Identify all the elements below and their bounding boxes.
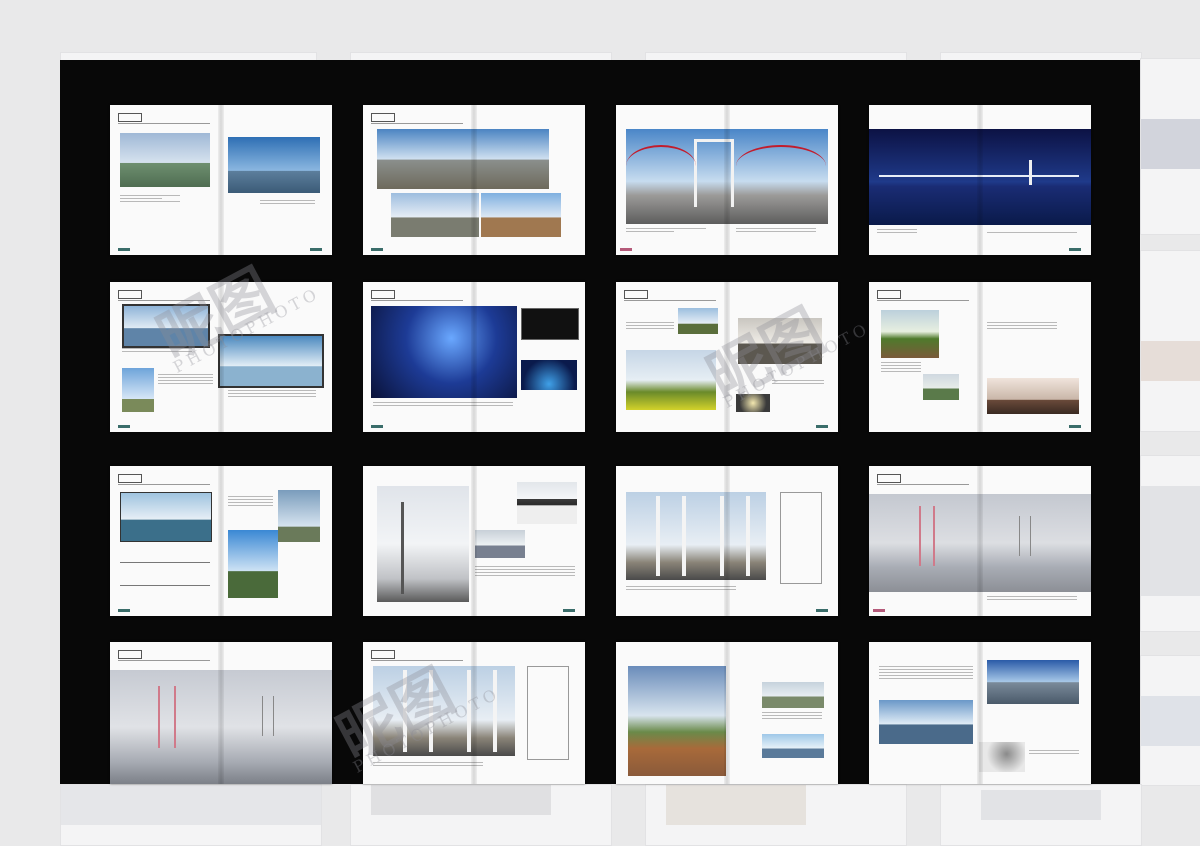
brochure-spread <box>110 466 332 616</box>
brochure-spread <box>616 466 838 616</box>
bridge-photo <box>762 734 824 758</box>
bridge-elevation-drawing <box>120 562 210 586</box>
brochure-spread <box>363 642 585 784</box>
bridge-photo <box>475 530 525 558</box>
cable-arc <box>736 145 826 187</box>
pylon-shape <box>656 496 686 576</box>
bridge-photo <box>628 666 726 776</box>
pylon-shape <box>401 502 404 594</box>
bridge-photo <box>120 133 210 187</box>
page-header <box>877 474 969 486</box>
page-header <box>624 290 716 302</box>
brochure-spread <box>869 282 1091 432</box>
footer-mark <box>816 609 828 612</box>
pylon-shape <box>158 686 176 748</box>
brochure-spread <box>110 105 332 255</box>
ghost-page <box>940 784 1142 846</box>
bridge-photo <box>120 492 212 542</box>
brochure-board <box>60 60 1140 784</box>
brochure-spread <box>363 282 585 432</box>
brochure-spread <box>363 466 585 616</box>
ghost-page <box>645 784 907 846</box>
page-header <box>118 650 210 662</box>
footer-mark <box>816 425 828 428</box>
brochure-spread <box>869 466 1091 616</box>
footer-mark <box>1069 425 1081 428</box>
page-header <box>877 290 969 302</box>
page-header <box>371 650 463 662</box>
footer-mark <box>118 609 130 612</box>
bridge-photo <box>228 137 320 193</box>
bridge-photo <box>987 660 1079 704</box>
brochure-spread <box>616 282 838 432</box>
brochure-spread <box>110 642 332 784</box>
pylon-shape <box>1029 160 1032 185</box>
sculpture-photo <box>979 742 1025 772</box>
ghost-page <box>1140 455 1200 632</box>
brochure-spread <box>869 105 1091 255</box>
footer-mark <box>1069 248 1081 251</box>
brochure-spread <box>616 642 838 784</box>
bridge-photo <box>517 482 577 524</box>
bridge-photo <box>521 308 579 340</box>
page-header <box>371 113 463 125</box>
footer-mark <box>873 609 885 612</box>
ghost-page <box>1140 250 1200 432</box>
footer-mark <box>620 248 632 251</box>
ghost-page <box>350 784 612 846</box>
page-header <box>118 290 210 302</box>
page-header <box>118 113 210 125</box>
pylon-shape <box>919 506 935 566</box>
bridge-photo <box>371 306 517 398</box>
brochure-spread <box>869 642 1091 784</box>
bridge-photo <box>678 308 718 334</box>
footer-mark <box>563 609 575 612</box>
brochure-spread <box>363 105 585 255</box>
page-header <box>118 474 210 486</box>
bridge-photo <box>278 490 320 542</box>
page-header <box>371 290 463 302</box>
bridge-photo <box>481 193 561 237</box>
footer-mark <box>371 248 383 251</box>
pylon-drawing <box>527 666 569 760</box>
bridge-photo <box>987 378 1079 414</box>
bridge-photo <box>521 360 577 390</box>
brochure-spread <box>110 282 332 432</box>
bridge-photo <box>377 129 549 189</box>
bridge-photo <box>736 394 770 412</box>
bridge-photo <box>762 682 824 708</box>
footer-mark <box>118 248 130 251</box>
bridge-photo <box>391 193 479 237</box>
cable-arc <box>626 145 696 187</box>
pylon-shape <box>1019 516 1031 556</box>
brochure-spread <box>616 105 838 255</box>
bridge-photo <box>879 700 973 744</box>
pylon-drawing <box>780 492 822 584</box>
bridge-photo <box>923 374 959 400</box>
ghost-page <box>1140 58 1200 235</box>
pylon-shape <box>262 696 274 736</box>
bridge-photo <box>626 350 716 410</box>
bridge-photo <box>377 486 469 602</box>
ghost-page <box>60 784 322 846</box>
pylon-shape <box>403 670 433 752</box>
bridge-photo <box>122 304 210 348</box>
footer-mark <box>371 425 383 428</box>
bridge-photo <box>228 530 278 598</box>
bridge-photo <box>881 310 939 358</box>
footer-mark <box>118 425 130 428</box>
footer-mark <box>310 248 322 251</box>
bridge-photo <box>122 368 154 412</box>
bridge-photo <box>218 334 324 388</box>
bridge-photo <box>738 318 822 364</box>
ghost-page <box>1140 655 1200 786</box>
